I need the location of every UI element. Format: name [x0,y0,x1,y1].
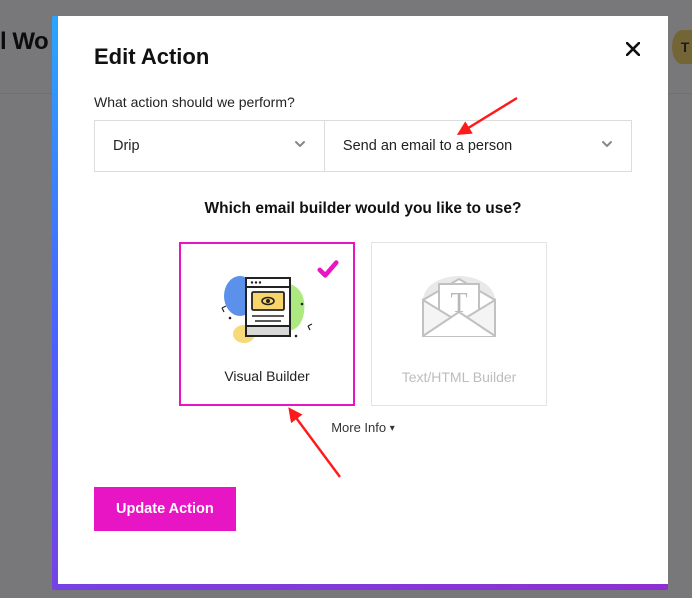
visual-builder-label: Visual Builder [224,368,309,384]
action-type-select-value: Send an email to a person [343,138,512,154]
close-button[interactable] [626,40,640,61]
chevron-down-icon [601,138,613,154]
check-icon [317,258,339,285]
update-action-button[interactable]: Update Action [94,487,236,531]
more-info-label: More Info [331,420,386,435]
action-type-select[interactable]: Send an email to a person [324,121,631,171]
more-info-toggle[interactable]: More Info ▾ [94,420,632,435]
text-html-builder-label: Text/HTML Builder [402,369,517,385]
builder-question-label: Which email builder would you like to us… [94,200,632,218]
text-html-builder-illustration: T [372,243,546,369]
chevron-down-icon: ▾ [390,423,395,434]
builder-cards: Visual Builder T Text/HTML Builder [94,242,632,406]
text-html-builder-card[interactable]: T Text/HTML Builder [371,242,547,406]
close-icon [626,42,640,56]
visual-builder-card[interactable]: Visual Builder [179,242,355,406]
provider-select[interactable]: Drip [95,121,324,171]
provider-select-value: Drip [113,138,140,154]
action-question-label: What action should we perform? [94,94,632,110]
edit-action-modal: Edit Action What action should we perfor… [58,16,668,584]
chevron-down-icon [294,138,306,154]
action-select-row: Drip Send an email to a person [94,120,632,172]
modal-title: Edit Action [94,44,632,70]
